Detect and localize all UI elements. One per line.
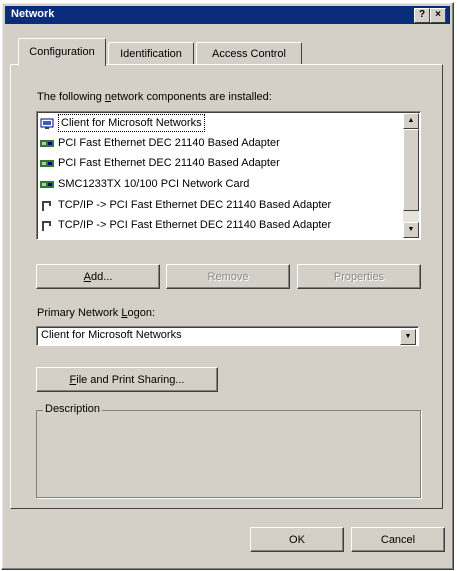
protocol-icon	[42, 200, 51, 211]
ok-button[interactable]: OK	[250, 527, 344, 552]
list-item[interactable]: PCI Fast Ethernet DEC 21140 Based Adapte…	[40, 155, 400, 171]
network-adapter-icon	[40, 139, 54, 147]
tab-configuration[interactable]: Configuration	[18, 38, 106, 66]
window-title: Network	[11, 8, 55, 20]
scroll-up-icon: ▲	[407, 117, 415, 124]
network-adapter-icon	[40, 159, 54, 167]
description-group: Description	[36, 403, 421, 498]
scroll-up-button[interactable]: ▲	[403, 113, 419, 129]
network-adapter-icon	[40, 180, 54, 188]
primary-logon-value: Client for Microsoft Networks	[41, 329, 182, 341]
scroll-down-icon: ▼	[407, 226, 415, 233]
remove-button[interactable]: Remove	[166, 264, 290, 289]
file-print-sharing-button[interactable]: File and Print Sharing...	[36, 367, 218, 392]
primary-logon-select[interactable]: Client for Microsoft Networks ▼	[36, 326, 419, 346]
cancel-button[interactable]: Cancel	[351, 527, 445, 552]
list-item[interactable]: Client for Microsoft Networks	[40, 114, 400, 132]
list-item[interactable]: TCP/IP -> PCI Fast Ethernet DEC 21140 Ba…	[40, 217, 400, 233]
protocol-icon	[42, 220, 51, 231]
components-scrollbar[interactable]: ▲ ▼	[403, 113, 419, 238]
add-button[interactable]: Add...	[36, 264, 160, 289]
tab-access-control[interactable]: Access Control	[196, 42, 302, 65]
title-bar[interactable]: Network ? ×	[5, 6, 450, 24]
components-label: The following network components are ins…	[37, 91, 272, 103]
close-button[interactable]: ×	[430, 8, 446, 23]
properties-button[interactable]: Properties	[297, 264, 421, 289]
network-client-icon	[40, 118, 54, 129]
list-item[interactable]: PCI Fast Ethernet DEC 21140 Based Adapte…	[40, 135, 400, 151]
dropdown-button[interactable]: ▼	[400, 329, 416, 345]
tab-identification[interactable]: Identification	[108, 42, 194, 65]
description-label: Description	[43, 403, 103, 415]
scroll-thumb[interactable]	[403, 129, 419, 211]
scroll-down-button[interactable]: ▼	[403, 222, 419, 238]
list-item[interactable]: SMC1233TX 10/100 PCI Network Card	[40, 176, 400, 192]
primary-logon-label: Primary Network Logon:	[37, 307, 155, 319]
chevron-down-icon: ▼	[404, 333, 412, 340]
list-item[interactable]: TCP/IP -> PCI Fast Ethernet DEC 21140 Ba…	[40, 197, 400, 213]
help-button[interactable]: ?	[414, 8, 430, 23]
components-listbox[interactable]: Client for Microsoft Networks PCI Fast E…	[36, 111, 421, 240]
